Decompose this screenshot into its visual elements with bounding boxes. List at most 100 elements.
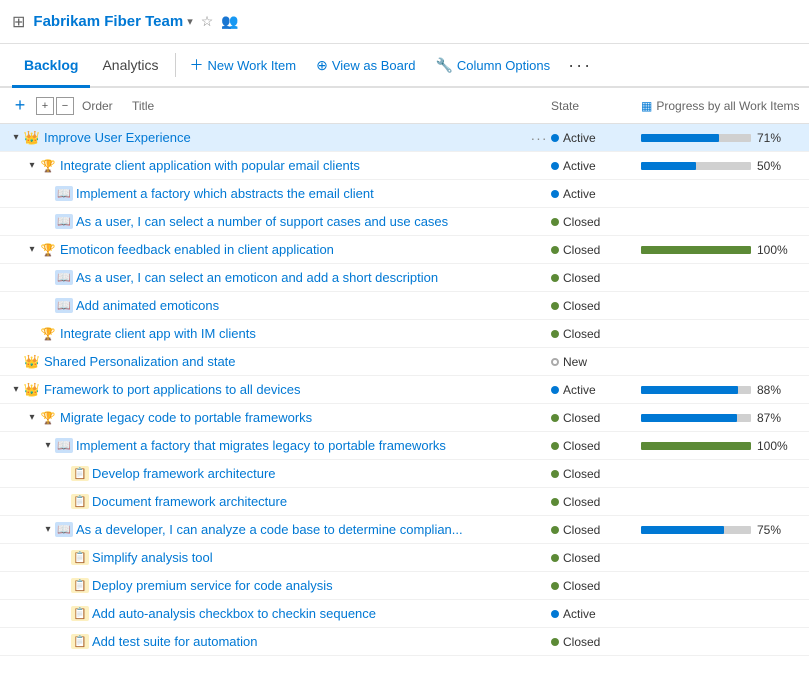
row-more-button[interactable]: ··· <box>527 130 551 146</box>
table-row[interactable]: 📖 As a user, I can select an emoticon an… <box>0 264 809 292</box>
item-type-icon: 👑 <box>24 130 40 146</box>
table-row[interactable]: ▾ 🏆 Integrate client application with po… <box>0 152 809 180</box>
item-title[interactable]: Integrate client app with IM clients <box>60 326 527 341</box>
board-icon: ⊕ <box>316 57 328 74</box>
expand-all-button[interactable]: + <box>36 97 54 115</box>
item-title[interactable]: Document framework architecture <box>92 494 527 509</box>
progress-column-header: ▦ Progress by all Work Items <box>641 99 801 113</box>
item-title[interactable]: Develop framework architecture <box>92 466 527 481</box>
state-dot <box>551 442 559 450</box>
state-label: Closed <box>563 439 600 453</box>
item-title[interactable]: Implement a factory which abstracts the … <box>76 186 527 201</box>
table-row[interactable]: ▾ 🏆 Migrate legacy code to portable fram… <box>0 404 809 432</box>
table-row[interactable]: ▾ 📖 As a developer, I can analyze a code… <box>0 516 809 544</box>
collapse-icon[interactable]: ▾ <box>8 130 24 146</box>
star-icon[interactable]: ☆ <box>201 13 214 30</box>
item-type-icon: 📋 <box>72 466 88 482</box>
progress-fill <box>641 414 737 422</box>
team-chevron-icon[interactable]: ▾ <box>187 15 193 28</box>
state-dot <box>551 218 559 226</box>
nav-bar: Backlog Analytics ＋ New Work Item ⊕ View… <box>0 44 809 88</box>
state-cell: Closed <box>551 439 641 453</box>
item-type-icon: 📖 <box>56 186 72 202</box>
table-row[interactable]: 📋 Add test suite for automation Closed <box>0 628 809 656</box>
state-label: Closed <box>563 523 600 537</box>
table-row[interactable]: ▾ 📖 Implement a factory that migrates le… <box>0 432 809 460</box>
item-title[interactable]: Simplify analysis tool <box>92 550 527 565</box>
state-label: Closed <box>563 327 600 341</box>
table-row[interactable]: ▾ 🏆 Emoticon feedback enabled in client … <box>0 236 809 264</box>
state-dot <box>551 386 559 394</box>
collapse-icon[interactable]: ▾ <box>24 158 40 174</box>
table-row[interactable]: 📖 As a user, I can select a number of su… <box>0 208 809 236</box>
item-title[interactable]: Add auto-analysis checkbox to checkin se… <box>92 606 527 621</box>
progress-percent: 88% <box>757 383 789 397</box>
progress-percent: 71% <box>757 131 789 145</box>
table-row[interactable]: 📖 Implement a factory which abstracts th… <box>0 180 809 208</box>
table-row[interactable]: 📖 Add animated emoticons Closed <box>0 292 809 320</box>
collapse-icon[interactable]: ▾ <box>24 242 40 258</box>
team-name[interactable]: Fabrikam Fiber Team <box>33 13 183 30</box>
state-cell: Active <box>551 187 641 201</box>
item-title[interactable]: Deploy premium service for code analysis <box>92 578 527 593</box>
new-work-item-button[interactable]: ＋ New Work Item <box>180 43 307 87</box>
collapse-icon[interactable]: ▾ <box>24 410 40 426</box>
item-title[interactable]: As a user, I can select a number of supp… <box>76 214 527 229</box>
item-title[interactable]: Shared Personalization and state <box>44 354 527 369</box>
state-label: Closed <box>563 579 600 593</box>
state-dot <box>551 610 559 618</box>
progress-percent: 100% <box>757 243 789 257</box>
table-row[interactable]: 📋 Add auto-analysis checkbox to checkin … <box>0 600 809 628</box>
item-title[interactable]: Improve User Experience <box>44 130 527 145</box>
table-row[interactable]: 🏆 Integrate client app with IM clients C… <box>0 320 809 348</box>
item-type-icon: 📖 <box>56 214 72 230</box>
progress-percent: 87% <box>757 411 789 425</box>
title-column-header: Title <box>132 99 551 113</box>
progress-bar <box>641 246 751 254</box>
collapse-icon[interactable]: ▾ <box>40 522 56 538</box>
more-menu-button[interactable]: ··· <box>560 43 600 87</box>
item-title[interactable]: Framework to port applications to all de… <box>44 382 527 397</box>
item-title[interactable]: Implement a factory that migrates legacy… <box>76 438 527 453</box>
tab-analytics[interactable]: Analytics <box>90 44 170 88</box>
state-cell: New <box>551 355 641 369</box>
item-title[interactable]: Emoticon feedback enabled in client appl… <box>60 242 527 257</box>
add-item-button[interactable]: + <box>8 94 32 118</box>
state-dot <box>551 638 559 646</box>
item-title[interactable]: As a developer, I can analyze a code bas… <box>76 522 527 537</box>
table-row[interactable]: 📋 Simplify analysis tool Closed <box>0 544 809 572</box>
progress-percent: 100% <box>757 439 789 453</box>
state-dot <box>551 358 559 366</box>
item-title[interactable]: Add test suite for automation <box>92 634 527 649</box>
item-title[interactable]: Integrate client application with popula… <box>60 158 527 173</box>
state-cell: Closed <box>551 523 641 537</box>
person-add-icon[interactable]: 👥 <box>221 13 238 30</box>
collapse-icon[interactable]: ▾ <box>8 382 24 398</box>
state-label: Active <box>563 131 596 145</box>
row-indent: ▾ <box>8 438 56 454</box>
table-row[interactable]: 📋 Develop framework architecture Closed <box>0 460 809 488</box>
table-row[interactable]: 📋 Document framework architecture Closed <box>0 488 809 516</box>
column-options-button[interactable]: 🔧 Column Options <box>425 43 560 87</box>
state-cell: Closed <box>551 467 641 481</box>
row-indent: ▾ <box>8 410 40 426</box>
state-dot <box>551 414 559 422</box>
table-row[interactable]: ▾ 👑 Framework to port applications to al… <box>0 376 809 404</box>
collapse-icon[interactable]: ▾ <box>40 438 56 454</box>
table-row[interactable]: 👑 Shared Personalization and state New <box>0 348 809 376</box>
item-title[interactable]: Migrate legacy code to portable framewor… <box>60 410 527 425</box>
item-title[interactable]: Add animated emoticons <box>76 298 527 313</box>
view-as-board-button[interactable]: ⊕ View as Board <box>306 43 425 87</box>
collapse-all-button[interactable]: − <box>56 97 74 115</box>
item-type-icon: 📋 <box>72 494 88 510</box>
table-row[interactable]: ▾ 👑 Improve User Experience ··· Active 7… <box>0 124 809 152</box>
top-bar: ⊞ Fabrikam Fiber Team ▾ ☆ 👥 <box>0 0 809 44</box>
nav-divider <box>175 53 176 77</box>
item-title[interactable]: As a user, I can select an emoticon and … <box>76 270 527 285</box>
plus-icon: ＋ <box>190 55 204 75</box>
tab-backlog[interactable]: Backlog <box>12 44 90 88</box>
progress-bar <box>641 162 751 170</box>
table-row[interactable]: 📋 Deploy premium service for code analys… <box>0 572 809 600</box>
item-type-icon: 🏆 <box>40 410 56 426</box>
state-label: Active <box>563 187 596 201</box>
